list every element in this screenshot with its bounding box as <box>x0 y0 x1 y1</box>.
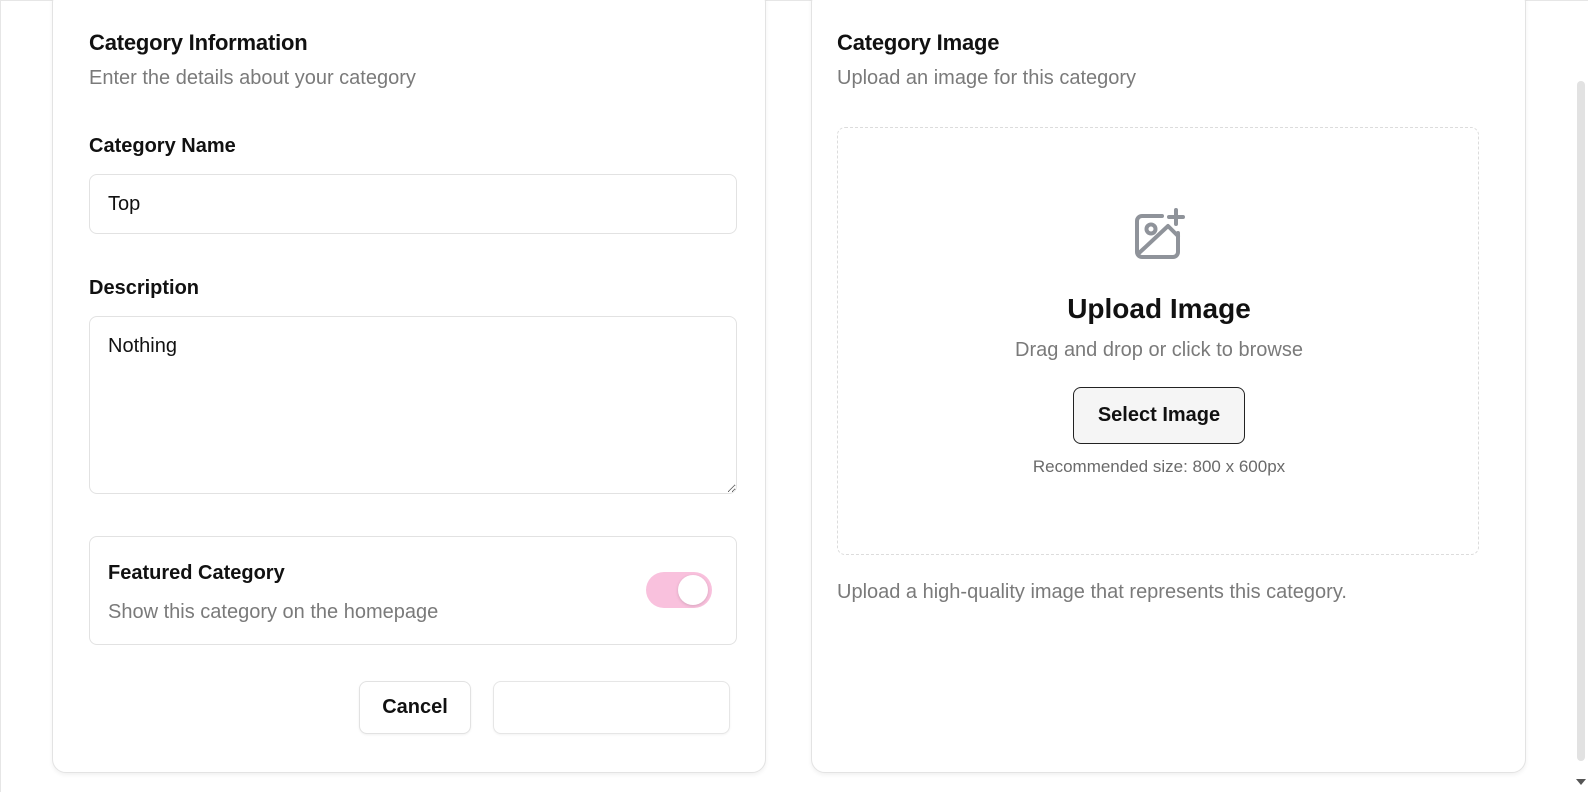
select-image-button[interactable]: Select Image <box>1073 387 1245 444</box>
recommended-size-text: Recommended size: 800 x 600px <box>1032 457 1286 476</box>
category-name-label: Category Name <box>89 135 236 157</box>
featured-toggle[interactable] <box>646 572 712 608</box>
submit-button[interactable] <box>493 681 730 734</box>
section-subtitle: Enter the details about your category <box>89 67 416 89</box>
scrollbar-thumb[interactable] <box>1577 81 1585 761</box>
upload-subtitle: Drag and drop or click to browse <box>1015 339 1303 361</box>
section-subtitle: Upload an image for this category <box>837 67 1137 89</box>
toggle-knob <box>678 575 708 605</box>
upload-title: Upload Image <box>1067 293 1251 324</box>
featured-category-subtitle: Show this category on the homepage <box>108 601 439 623</box>
scroll-down-arrow-icon[interactable] <box>1576 779 1586 785</box>
description-textarea[interactable]: Nothing <box>89 316 737 494</box>
description-label: Description <box>89 277 200 299</box>
category-name-input[interactable] <box>89 174 737 234</box>
upload-note: Upload a high-quality image that represe… <box>837 581 1347 603</box>
image-plus-icon <box>1135 208 1185 259</box>
image-dropzone[interactable]: Upload Image Drag and drop or click to b… <box>837 127 1479 555</box>
category-image-card: Category Image Upload an image for this … <box>811 0 1526 773</box>
featured-category-title: Featured Category <box>108 562 285 584</box>
category-information-card: Category Information Enter the details a… <box>52 0 766 773</box>
featured-category-box: Featured Category Show this category on … <box>89 536 737 645</box>
section-title: Category Information <box>89 30 308 55</box>
page-viewport: Category Information Enter the details a… <box>0 0 1588 792</box>
cancel-button[interactable]: Cancel <box>359 681 471 734</box>
section-title: Category Image <box>837 30 1000 55</box>
